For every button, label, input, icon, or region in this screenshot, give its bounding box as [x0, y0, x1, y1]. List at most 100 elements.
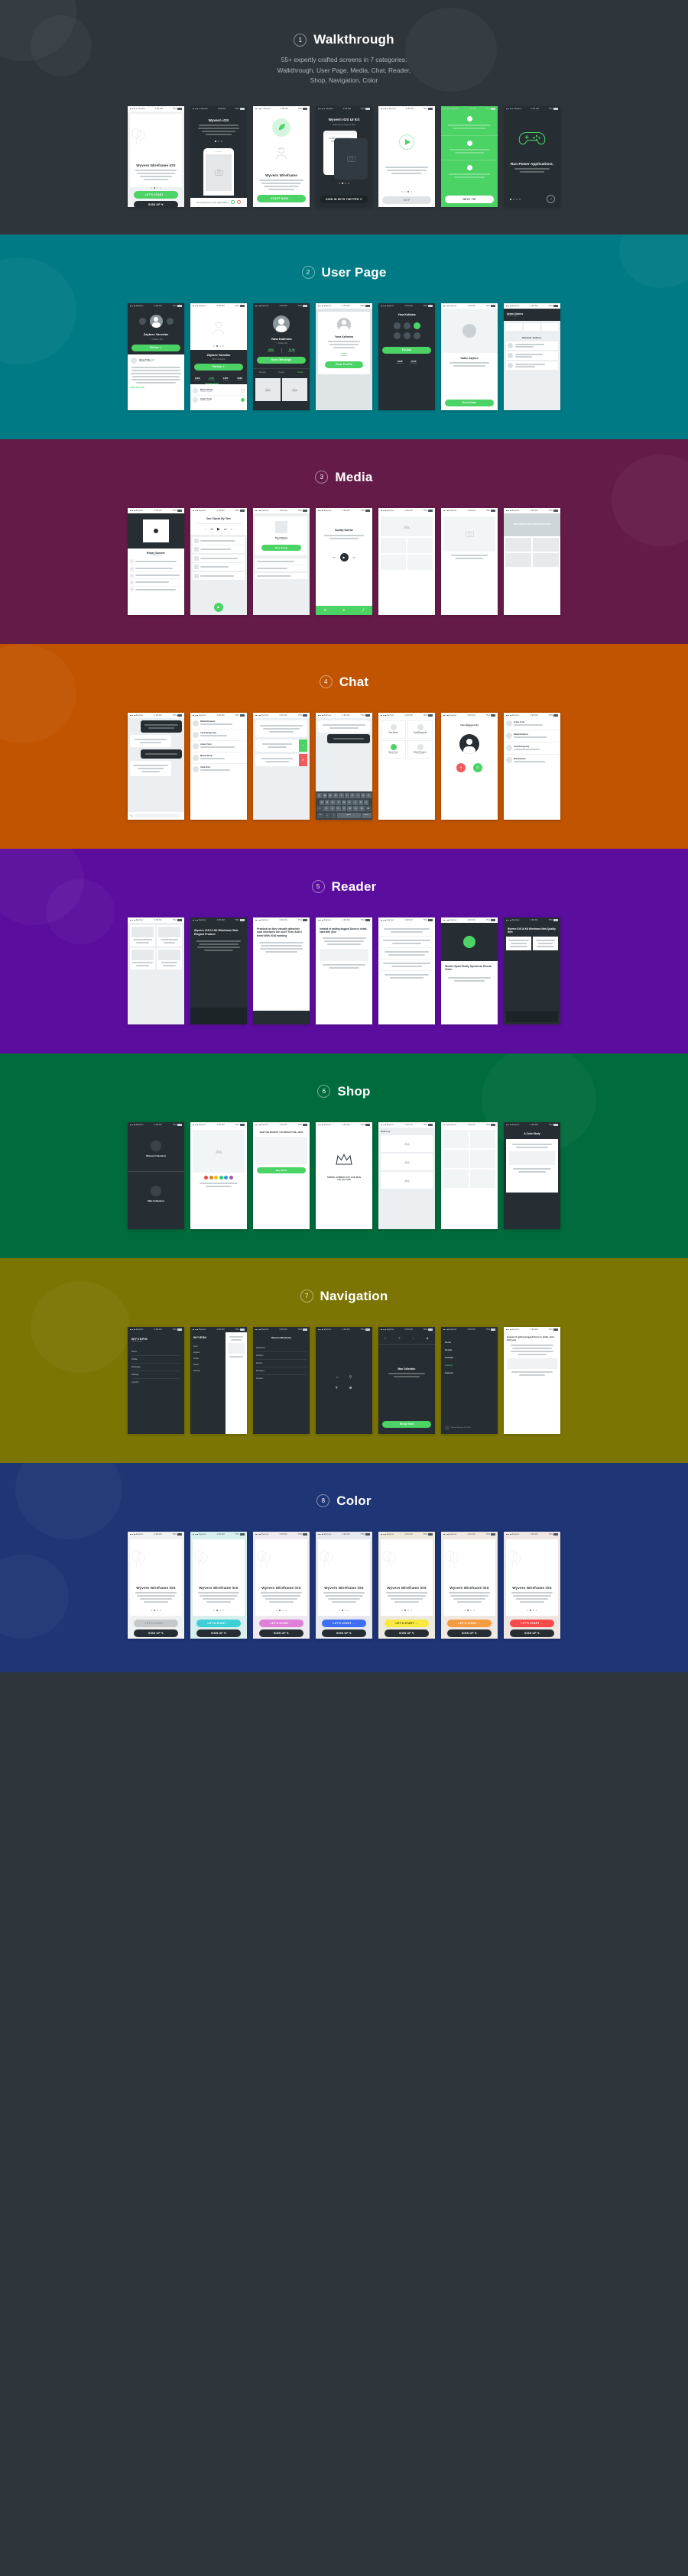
- play-icon[interactable]: ▶: [339, 552, 349, 561]
- menu-item[interactable]: Analytics: [256, 1352, 307, 1360]
- lets-start-button[interactable]: LET'S START →: [385, 1619, 429, 1627]
- phone-shop-item-gallery[interactable]: Zaytsev 4:38 AM 75% Refine by: [378, 1121, 435, 1229]
- phone-user-profile-card[interactable]: Zaytsev 4:38 AM 75% Yana Kalimina 5408 Fol…: [316, 303, 372, 410]
- return-key[interactable]: return: [361, 812, 372, 818]
- sign-up-button[interactable]: SIGN UP ✎: [510, 1629, 554, 1637]
- list-item[interactable]: [381, 971, 433, 982]
- list-item[interactable]: Nikita Romanov: [504, 730, 560, 743]
- pager-dots[interactable]: [193, 1609, 245, 1611]
- phone-media-queue[interactable]: Zaytsev 4:38 AM 75% Don't Speak My Time ⤫ …: [190, 507, 247, 615]
- thumbnail[interactable]: [533, 537, 559, 552]
- bell-icon[interactable]: ♪: [413, 1336, 414, 1340]
- contact-card[interactable]: Yana Yanina Art Director: [381, 720, 406, 739]
- play-icon[interactable]: ▶: [217, 527, 220, 532]
- tab-videos[interactable]: Videos: [290, 369, 310, 376]
- sign-up-button[interactable]: SIGN UP ✎: [322, 1629, 366, 1637]
- list-item[interactable]: Artem Yorin: [190, 741, 247, 752]
- phone-media-photo-upload[interactable]: Zaytsev 4:38 AM 75%: [441, 507, 498, 615]
- swipe-action-check[interactable]: ✓: [299, 739, 307, 752]
- phone-shop-grid[interactable]: Zaytsev 4:38 AM 75%: [441, 1121, 498, 1229]
- tab-images[interactable]: Images: [272, 369, 291, 376]
- lets-start-button[interactable]: LET'S START →: [447, 1619, 492, 1627]
- phone-chat-swipe[interactable]: Zaytsev 4:38 AM 75% ✓ ✕: [253, 712, 310, 820]
- product-tile[interactable]: [381, 1134, 433, 1152]
- skip-button[interactable]: SKIP: [382, 196, 431, 204]
- thumbnail[interactable]: [505, 537, 531, 552]
- tab-bar[interactable]: ⌂ ☀ ♪ ☻: [378, 1332, 435, 1345]
- next-icon[interactable]: ⏭: [353, 555, 356, 559]
- pager-dots[interactable]: [316, 182, 372, 184]
- accept-icon[interactable]: [230, 200, 235, 205]
- attach-icon[interactable]: 📎: [130, 814, 133, 817]
- accept-call-icon[interactable]: ✆: [473, 762, 482, 772]
- menu-item[interactable]: Dashboard: [256, 1345, 307, 1352]
- thumbnail[interactable]: [505, 552, 531, 567]
- tab-reviews[interactable]: Reviews: [253, 369, 272, 376]
- menu-item[interactable]: Saved: [193, 1362, 222, 1368]
- space-key[interactable]: space: [336, 812, 361, 818]
- menu-item[interactable]: Portfolio: [445, 1354, 494, 1361]
- phone-media-gallery-grid[interactable]: Zaytsev 4:38 AM 75%: [378, 507, 435, 615]
- list-item[interactable]: Yana Belogorsky: [190, 730, 247, 741]
- phone-shop-product-swatches[interactable]: Zaytsev 4:38 AM 75%: [190, 1121, 247, 1229]
- list-item[interactable]: [130, 587, 182, 593]
- thumbnail[interactable]: [255, 377, 281, 401]
- buy-song-button[interactable]: Buy Song: [261, 544, 301, 551]
- lets-start-button[interactable]: LET'S START →: [134, 190, 178, 199]
- permission-prompt[interactable]: Get full access to the application?: [190, 197, 247, 207]
- phone-nav-icon-grid[interactable]: Zaytsev 4:38 AM 75% ⌂ ⚲ ♥ ☻: [316, 1326, 372, 1434]
- collection-card[interactable]: Woman Collection: [128, 1128, 184, 1172]
- phone-color-blue[interactable]: Zaytsev 4:38 AM 75% Wyvern Wireframe iOS LET…: [316, 1531, 372, 1639]
- list-item[interactable]: Yana Belogorsky: [504, 743, 560, 755]
- list-item[interactable]: Michel Dunin: [504, 755, 560, 766]
- list-item[interactable]: [506, 351, 558, 360]
- heart-icon[interactable]: ♥: [343, 608, 345, 612]
- phone-reader-hero-dark[interactable]: Zaytsev 4:38 AM 75% Wyvern iOS UI Kit Wire…: [190, 917, 247, 1024]
- sign-in-twitter-button[interactable]: SIGN IN WITH TWITTER ✦: [320, 195, 368, 203]
- phone-user-contacts-list[interactable]: Zaytsev 4:38 AM 75% Artem Dobrov UI/UX Des…: [504, 303, 560, 410]
- swipe-row[interactable]: ✕: [255, 753, 307, 766]
- pager-dots[interactable]: [378, 190, 435, 193]
- article-card[interactable]: [130, 947, 155, 969]
- read-all-review-link[interactable]: Read all review: [131, 387, 181, 389]
- phone-shop-crown[interactable]: Zaytsev 4:38 AM 75% SPRING SUMMER 2015 LOW…: [316, 1121, 372, 1229]
- menu-item[interactable]: Profile: [193, 1356, 222, 1362]
- list-item[interactable]: Alisa Firks: [190, 764, 247, 775]
- sign-up-button[interactable]: SIGN UP ✎: [385, 1629, 429, 1637]
- decline-call-icon[interactable]: ✕: [456, 762, 466, 772]
- menu-item[interactable]: Reports: [256, 1360, 307, 1367]
- added-icon[interactable]: [241, 397, 245, 402]
- thumbnail[interactable]: [381, 537, 406, 553]
- phone-nav-side-menu[interactable]: Zaytsev 4:38 AM 75% WYVERN Feed Explore Pr…: [190, 1326, 247, 1434]
- thumbnail[interactable]: [282, 377, 307, 401]
- pager-dots[interactable]: [506, 1609, 558, 1611]
- list-item[interactable]: [506, 341, 558, 350]
- phone-media-video-card[interactable]: Zaytsev 4:38 AM 75% MAKE SURE TO SITE GUID…: [504, 507, 560, 615]
- list-item[interactable]: [193, 545, 245, 554]
- menu-item[interactable]: Getting: [445, 1361, 494, 1369]
- swatch-yellow[interactable]: [214, 1175, 219, 1180]
- phone-color-teal[interactable]: Zaytsev 4:38 AM 75% Wyvern Wireframe iOS LET…: [190, 1531, 247, 1639]
- phone-user-followers-dark[interactable]: Zaytsev 4:38 AM 75% Yana Kalimina Follow 5…: [378, 303, 435, 410]
- phone-color-orange[interactable]: Zaytsev 4:38 AM 75% Wyvern Wireframe iOS LET…: [441, 1531, 498, 1639]
- article-card[interactable]: [157, 947, 182, 969]
- phone-chat-list[interactable]: Zaytsev 4:38 AM 75% Nikita Romanov Yana Be…: [190, 712, 247, 820]
- collection-card[interactable]: Man Collection: [128, 1172, 184, 1216]
- tab-bar[interactable]: Reviews Images Videos: [253, 367, 310, 376]
- phone-reader-list[interactable]: Zaytsev 4:38 AM 75%: [378, 917, 435, 1024]
- thumbnail[interactable]: [407, 554, 433, 570]
- menu-item[interactable]: Profile: [131, 1356, 180, 1364]
- thumbnail[interactable]: [381, 554, 406, 570]
- view-profile-button[interactable]: View Profile: [325, 361, 363, 368]
- user-icon[interactable]: ☻: [426, 1336, 429, 1340]
- pager-dots[interactable]: [190, 140, 247, 142]
- repeat-icon[interactable]: ↻: [230, 528, 232, 531]
- phone-shop-product-detail[interactable]: Zaytsev 4:38 AM 75% WHAT THE PRODUCT YOU P…: [253, 1121, 310, 1229]
- pager-dots[interactable]: [255, 1609, 307, 1611]
- start-now-button[interactable]: START NOW →: [257, 194, 306, 202]
- shuffle-icon[interactable]: ⤫: [205, 528, 207, 531]
- phone-walkthrough-video[interactable]: Zaytsev 4:38 AM 75% SKIP: [378, 105, 435, 207]
- color-swatches[interactable]: [190, 1175, 247, 1180]
- bottom-bar[interactable]: ☰ ♥ ⤴: [316, 605, 372, 615]
- contact-card[interactable]: Michell Potapov Photographer: [407, 739, 433, 759]
